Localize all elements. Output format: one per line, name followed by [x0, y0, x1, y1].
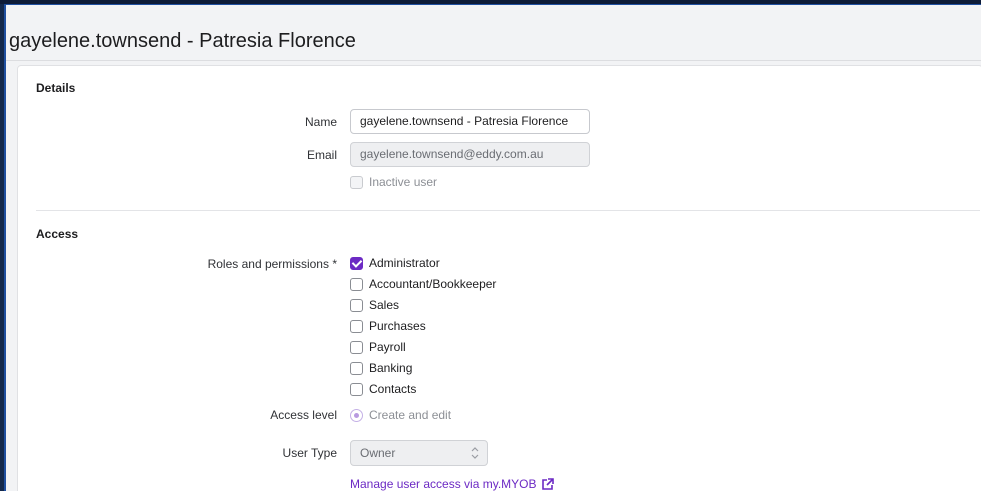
manage-user-access-text: Manage user access via my.MYOB	[350, 477, 537, 491]
access-level-option: Create and edit	[350, 407, 451, 423]
user-type-value: Owner	[360, 446, 396, 460]
name-input[interactable]: gayelene.townsend - Patresia Florence	[350, 109, 590, 134]
role-contacts-checkbox[interactable]	[350, 382, 363, 396]
page-header: gayelene.townsend - Patresia Florence	[6, 5, 981, 61]
manage-user-access-link[interactable]: Manage user access via my.MYOB	[350, 477, 554, 491]
inactive-user-checkbox-row: Inactive user	[350, 174, 437, 190]
role-sales-label: Sales	[369, 298, 400, 312]
role-accountant-label: Accountant/Bookkeeper	[369, 277, 497, 291]
access-level-radio	[350, 408, 363, 422]
access-level-label: Access level	[270, 408, 337, 422]
user-type-select: Owner	[350, 440, 488, 466]
access-level-value: Create and edit	[369, 408, 452, 422]
role-banking-row[interactable]: Banking	[350, 360, 412, 376]
user-type-label: User Type	[282, 446, 337, 460]
role-payroll-label: Payroll	[369, 340, 406, 354]
role-contacts-label: Contacts	[369, 382, 417, 396]
email-input: gayelene.townsend@eddy.com.au	[350, 142, 590, 167]
name-label: Name	[304, 115, 337, 129]
role-administrator-checkbox[interactable]	[350, 256, 363, 270]
role-purchases-label: Purchases	[369, 319, 426, 333]
role-sales-row[interactable]: Sales	[350, 297, 399, 313]
role-payroll-checkbox[interactable]	[350, 340, 363, 354]
role-purchases-row[interactable]: Purchases	[350, 318, 426, 334]
role-banking-label: Banking	[369, 361, 413, 375]
chevron-up-down-icon	[471, 447, 479, 459]
inactive-user-label: Inactive user	[369, 175, 438, 189]
role-administrator-label: Administrator	[369, 256, 440, 270]
user-detail-frame: gayelene.townsend - Patresia Florence De…	[4, 4, 981, 491]
role-administrator-row[interactable]: Administrator	[350, 255, 440, 271]
role-banking-checkbox[interactable]	[350, 361, 363, 375]
access-section-title: Access	[36, 227, 79, 241]
role-contacts-row[interactable]: Contacts	[350, 381, 416, 397]
email-label: Email	[306, 148, 337, 162]
role-accountant-row[interactable]: Accountant/Bookkeeper	[350, 276, 496, 292]
details-section-title: Details	[36, 81, 76, 95]
role-sales-checkbox[interactable]	[350, 298, 363, 312]
role-purchases-checkbox[interactable]	[350, 319, 363, 333]
external-link-icon	[541, 477, 554, 490]
role-payroll-row[interactable]: Payroll	[350, 339, 406, 355]
roles-permissions-label: Roles and permissions *	[207, 257, 337, 271]
role-accountant-checkbox[interactable]	[350, 277, 363, 291]
section-divider	[36, 210, 980, 211]
user-form-card: Details Name gayelene.townsend - Patresi…	[17, 65, 981, 491]
inactive-user-checkbox	[350, 175, 363, 189]
page-title: gayelene.townsend - Patresia Florence	[9, 30, 356, 52]
